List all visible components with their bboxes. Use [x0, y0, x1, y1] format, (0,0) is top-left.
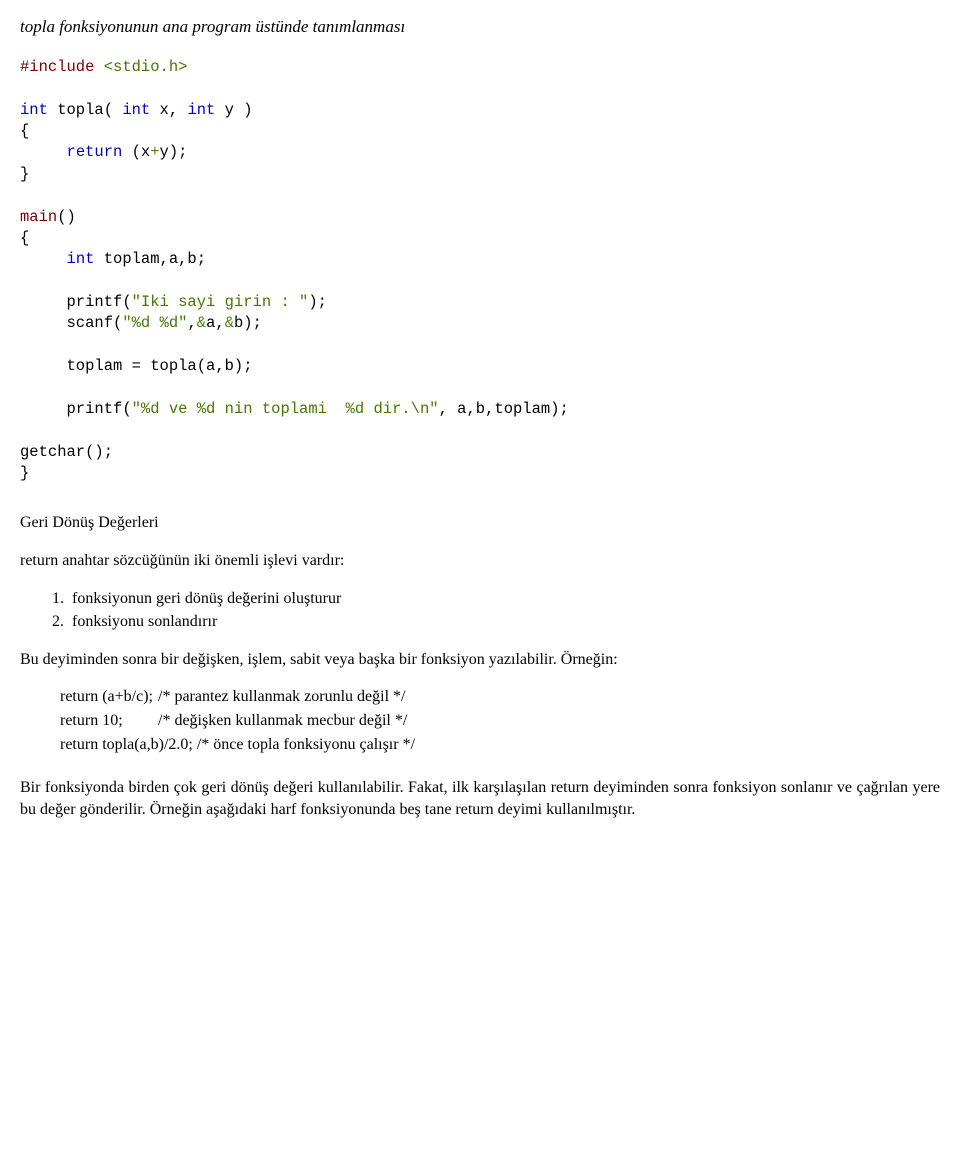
code-token: } — [20, 165, 29, 183]
code-token: , — [187, 314, 196, 332]
code-token: main — [20, 208, 57, 226]
return-expr: return topla(a,b)/2.0; /* önce topla fon… — [60, 736, 415, 753]
code-token: & — [225, 314, 234, 332]
code-token: printf( — [20, 400, 132, 418]
section-heading: Geri Dönüş Değerleri — [20, 512, 940, 534]
return-expr: return (a+b/c); — [60, 686, 154, 708]
code-token: "%d %d" — [122, 314, 187, 332]
code-token: () — [57, 208, 76, 226]
code-token: b); — [234, 314, 262, 332]
code-token: ); — [308, 293, 327, 311]
code-token: topla( — [48, 101, 122, 119]
code-token: printf( — [20, 293, 132, 311]
list-item: fonksiyonu sonlandırır — [68, 611, 940, 633]
code-token: y ) — [215, 101, 252, 119]
list-item: fonksiyonun geri dönüş değerini oluşturu… — [68, 588, 940, 610]
code-token: } — [20, 464, 29, 482]
code-listing: #include <stdio.h> int topla( int x, int… — [20, 57, 940, 485]
code-token: int — [187, 101, 215, 119]
paragraph: Bir fonksiyonda birden çok geri dönüş de… — [20, 777, 940, 820]
code-token — [20, 250, 67, 268]
return-example-row: return topla(a,b)/2.0; /* önce topla fon… — [60, 734, 940, 756]
code-token — [20, 143, 67, 161]
return-examples: return (a+b/c); /* parantez kullanmak zo… — [20, 686, 940, 755]
code-token: toplam,a,b; — [94, 250, 206, 268]
code-token: { — [20, 229, 29, 247]
code-token: <stdio.h> — [104, 58, 188, 76]
code-token: { — [20, 122, 29, 140]
code-token: getchar(); — [20, 443, 113, 461]
paragraph: return anahtar sözcüğünün iki önemli işl… — [20, 550, 940, 572]
code-token: int — [67, 250, 95, 268]
code-token: "%d ve %d nin toplami %d dir.\n" — [132, 400, 439, 418]
return-expr: return 10; — [60, 710, 154, 732]
code-token: #include — [20, 58, 104, 76]
code-token: + — [150, 143, 159, 161]
code-token: return — [67, 143, 123, 161]
code-token: scanf( — [20, 314, 122, 332]
numbered-list: fonksiyonun geri dönüş değerini oluşturu… — [20, 588, 940, 633]
code-token: & — [197, 314, 206, 332]
code-token: "Iki sayi girin : " — [132, 293, 309, 311]
return-comment: /* parantez kullanmak zorunlu değil */ — [158, 688, 405, 705]
paragraph: Bu deyiminden sonra bir değişken, işlem,… — [20, 649, 940, 671]
code-token: int — [20, 101, 48, 119]
code-token: int — [122, 101, 150, 119]
code-token: y); — [160, 143, 188, 161]
code-token: (x — [122, 143, 150, 161]
code-token: , a,b,toplam); — [439, 400, 569, 418]
return-comment: /* değişken kullanmak mecbur değil */ — [158, 712, 407, 729]
code-token: a, — [206, 314, 225, 332]
code-token: x, — [150, 101, 187, 119]
return-example-row: return 10; /* değişken kullanmak mecbur … — [60, 710, 940, 732]
page-title-italic: topla fonksiyonunun ana program üstünde … — [20, 16, 940, 39]
return-example-row: return (a+b/c); /* parantez kullanmak zo… — [60, 686, 940, 708]
code-token: toplam = topla(a,b); — [20, 357, 253, 375]
